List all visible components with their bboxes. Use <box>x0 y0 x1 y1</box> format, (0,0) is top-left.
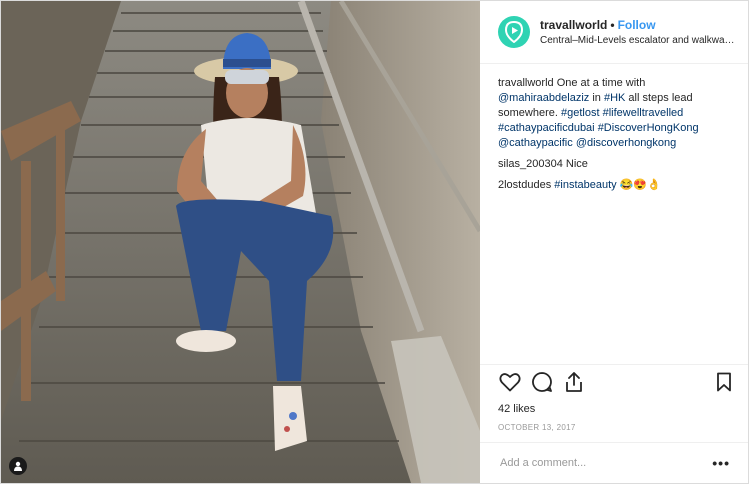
like-button[interactable] <box>498 370 522 394</box>
comment-input[interactable] <box>498 456 713 470</box>
hashtag-link[interactable]: #HK <box>604 92 625 104</box>
comments-list: travallworld One at a time with @mahiraa… <box>480 64 748 364</box>
comment-username[interactable]: silas_200304 <box>498 158 563 170</box>
hashtag-link[interactable]: #getlost <box>561 107 600 119</box>
mention-link[interactable]: @cathaypacific <box>498 137 573 149</box>
comment-button[interactable] <box>530 370 554 394</box>
likes-count[interactable]: 42 likes <box>480 399 748 415</box>
caption: travallworld One at a time with @mahiraa… <box>498 76 736 151</box>
comment-item: 2lostdudes #instabeauty 😂😍👌 <box>498 178 736 193</box>
tagged-people-button[interactable] <box>9 457 27 475</box>
bookmark-icon <box>717 372 731 392</box>
avatar[interactable] <box>498 16 530 48</box>
save-button[interactable] <box>712 370 736 394</box>
share-icon <box>566 372 582 392</box>
mention-link[interactable]: @discoverhongkong <box>576 137 676 149</box>
username-link[interactable]: travallworld <box>540 18 607 32</box>
add-comment-bar: ••• <box>480 442 748 483</box>
hashtag-link[interactable]: #DiscoverHongKong <box>598 122 699 134</box>
hashtag-link[interactable]: #lifewelltravelled <box>603 107 684 119</box>
comment-username[interactable]: 2lostdudes <box>498 179 551 191</box>
person-icon <box>14 461 22 471</box>
hashtag-link[interactable]: #cathaypacificdubai <box>498 122 595 134</box>
mention-link[interactable]: @mahiraabdelaziz <box>498 92 589 104</box>
location-link[interactable]: Central–Mid-Levels escalator and walkway… <box>540 35 735 46</box>
post-sidebar: travallworld • Follow Central–Mid-Levels e… <box>480 1 748 483</box>
header-row: travallworld • Follow <box>540 18 735 32</box>
more-options-button[interactable]: ••• <box>712 455 730 471</box>
comment-emoji: 😂😍👌 <box>619 179 661 191</box>
post-date: OCTOBER 13, 2017 <box>498 423 576 432</box>
follow-button[interactable]: Follow <box>618 18 656 32</box>
comment-bubble-icon <box>532 372 552 392</box>
photo-illustration <box>1 1 480 483</box>
post-header: travallworld • Follow Central–Mid-Levels e… <box>480 1 748 64</box>
separator-dot: • <box>610 18 615 32</box>
post-photo[interactable] <box>1 1 480 483</box>
comment-item: silas_200304 Nice <box>498 157 736 172</box>
post-container: travallworld • Follow Central–Mid-Levels e… <box>0 0 749 484</box>
heart-icon <box>499 373 521 392</box>
caption-username[interactable]: travallworld <box>498 77 554 89</box>
caption-text: in <box>592 92 601 104</box>
header-text: travallworld • Follow Central–Mid-Levels e… <box>540 18 735 46</box>
caption-text: One at a time with <box>556 77 646 89</box>
play-in-pin-icon <box>504 21 524 43</box>
share-button[interactable] <box>562 370 586 394</box>
action-bar <box>480 364 748 399</box>
hashtag-link[interactable]: #instabeauty <box>554 179 616 191</box>
comment-text: Nice <box>565 158 588 170</box>
